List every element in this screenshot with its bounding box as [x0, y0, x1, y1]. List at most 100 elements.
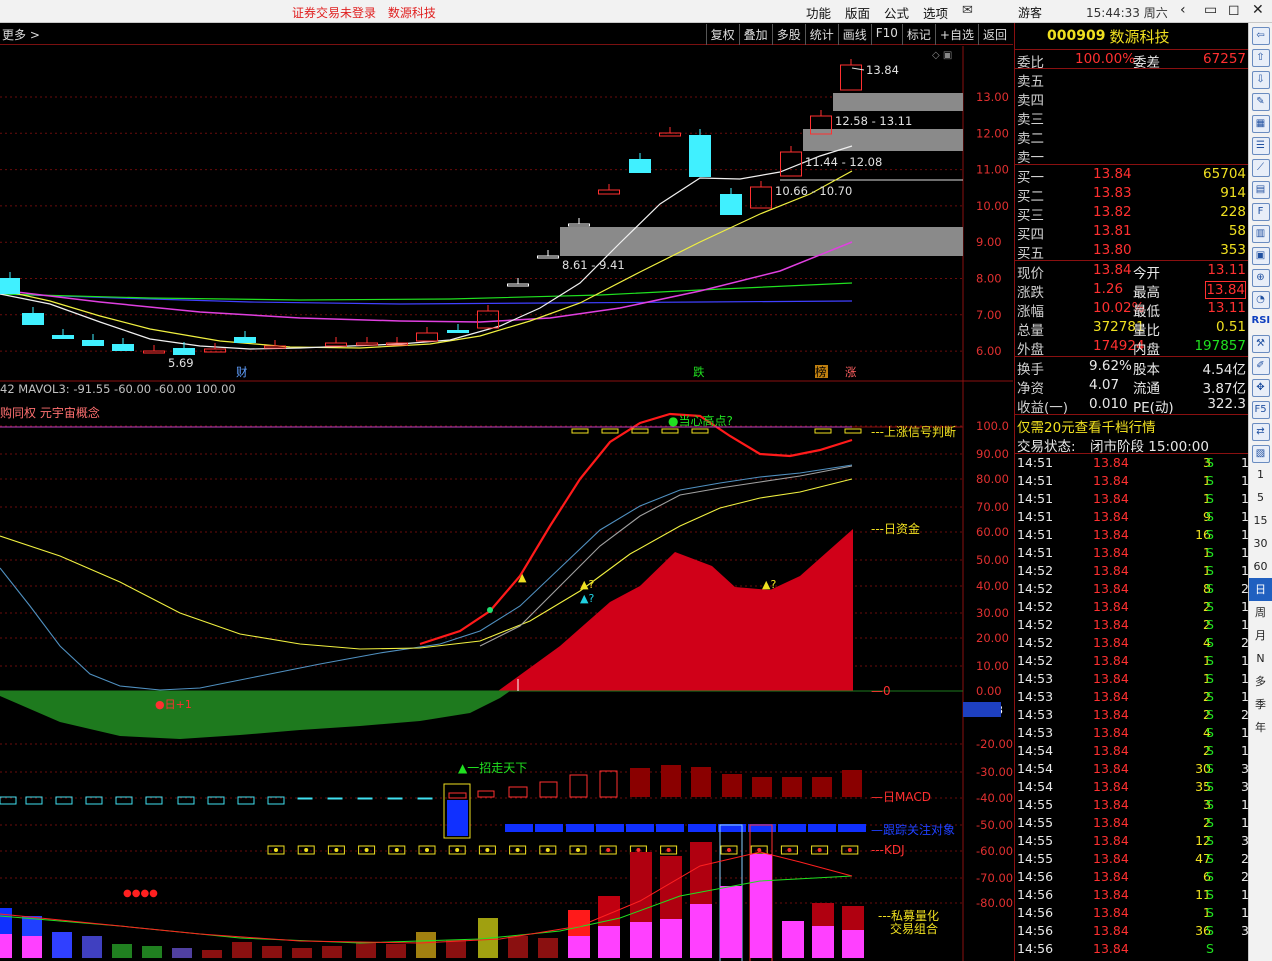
rsi-icon[interactable]: RSI — [1252, 313, 1271, 331]
period-月[interactable]: 月 — [1249, 624, 1272, 647]
buy-price: 13.81 — [1093, 223, 1132, 239]
chart-canvas[interactable]: 13.00 12.00 11.00 10.00 9.00 8.00 7.00 6.00 13.… — [0, 46, 1013, 961]
toolbar-button-overlay[interactable]: 叠加 — [738, 24, 772, 45]
stat-row: 涨跌 1.26 最高 13.84 — [1015, 280, 1248, 301]
sell-row[interactable]: 卖一 — [1015, 145, 1248, 166]
macd-bar — [661, 765, 681, 797]
period-15[interactable]: 15 — [1249, 509, 1272, 532]
stat-value-2: 13.11 — [1207, 300, 1246, 316]
toolbar-button-f10[interactable]: F10 — [870, 24, 902, 45]
period-30[interactable]: 30 — [1249, 532, 1272, 555]
kline-chart[interactable]: 13.00 12.00 11.00 10.00 9.00 8.00 7.00 6.00 13.… — [0, 46, 1013, 961]
stat-value: 13.84 — [1093, 262, 1132, 278]
sell-row[interactable]: 卖二 — [1015, 126, 1248, 147]
back-icon[interactable]: ⇦ — [1251, 27, 1270, 45]
zoom-icon[interactable]: ⊕ — [1251, 269, 1270, 287]
toolbar-button-multi[interactable]: 多股 — [771, 24, 805, 45]
back-icon[interactable]: ‹ — [1180, 2, 1186, 18]
promo-row[interactable]: 仅需20元查看千档行情 — [1015, 415, 1248, 436]
chart-icon[interactable]: ⟋ — [1251, 159, 1270, 177]
event-mark-rise[interactable]: 涨 — [845, 365, 857, 379]
buy-row[interactable]: 买四 13.81 58 — [1015, 222, 1248, 243]
stat-value: 9.62% — [1089, 358, 1132, 374]
user-label[interactable]: 游客 — [1018, 4, 1042, 21]
menu-function[interactable]: 功能 — [806, 3, 831, 22]
event-mark-finance[interactable]: 财 — [236, 365, 248, 379]
close-icon[interactable]: ✕ — [1252, 2, 1264, 18]
edit-icon[interactable]: ✎ — [1251, 93, 1270, 111]
period-N[interactable]: N — [1249, 647, 1272, 670]
tick-time: 14:52 — [1017, 581, 1054, 596]
multi-icon[interactable]: ▧ — [1251, 445, 1270, 463]
status-row: 交易状态: 闭市阶段 15:00:00 — [1015, 434, 1248, 455]
period-季[interactable]: 季 — [1249, 693, 1272, 716]
menu-options[interactable]: 选项 — [923, 3, 948, 22]
more-button[interactable]: 更多 > — [2, 26, 40, 43]
promo-text[interactable]: 仅需20元查看千档行情 — [1017, 416, 1156, 436]
tick-row: 14:52 13.84 1 S 1 — [1015, 652, 1249, 670]
grid-icon[interactable]: ▦ — [1251, 115, 1270, 133]
period-5[interactable]: 5 — [1249, 486, 1272, 509]
pen-icon[interactable]: ✐ — [1251, 357, 1270, 375]
sell-row[interactable]: 卖三 — [1015, 107, 1248, 128]
tick-row: 14:56 13.84 S — [1015, 940, 1249, 958]
envelope-icon[interactable]: ✉ — [962, 3, 973, 18]
quant-bar — [52, 932, 72, 958]
period-周[interactable]: 周 — [1249, 601, 1272, 624]
menu-layout[interactable]: 版面 — [845, 3, 870, 22]
list-icon[interactable]: ☰ — [1251, 137, 1270, 155]
f10-icon[interactable]: F — [1251, 203, 1270, 221]
restore-icon[interactable]: ▭ — [1204, 2, 1217, 18]
candle — [477, 310, 499, 329]
period-多[interactable]: 多 — [1249, 670, 1272, 693]
toolbar-button-fuquan[interactable]: 复权 — [705, 24, 739, 45]
gap-zone-1 — [833, 93, 963, 111]
period-60[interactable]: 60 — [1249, 555, 1272, 578]
signal-dot — [487, 607, 493, 613]
tick-list[interactable]: 14:51 13.84 3 S 1 14:51 13.84 1 S 1 14:51 13.84 1 S 1 1… — [1015, 454, 1249, 958]
buy-row[interactable]: 买五 13.80 353 — [1015, 241, 1248, 262]
period-1[interactable]: 1 — [1249, 463, 1272, 486]
swap-icon[interactable]: ⇄ — [1251, 423, 1270, 441]
buy-row[interactable]: 买二 13.83 914 — [1015, 184, 1248, 205]
move-icon[interactable]: ✥ — [1251, 379, 1270, 397]
tick-price: 13.84 — [1093, 905, 1129, 920]
stock-header[interactable]: 000909 数源科技 — [1015, 23, 1248, 49]
doc-icon[interactable]: ▥ — [1251, 225, 1270, 243]
kdj-dot — [636, 848, 641, 852]
tick-row: 14:54 13.84 30 S 3 — [1015, 760, 1249, 778]
table-icon[interactable]: ▤ — [1251, 181, 1270, 199]
tick-side: S — [1206, 581, 1214, 596]
toolbar-button-mark[interactable]: 标记 — [901, 24, 935, 45]
maximize-icon[interactable]: ◻ — [1228, 2, 1240, 18]
up-icon[interactable]: ⇧ — [1251, 49, 1270, 67]
trade-login-text[interactable]: 证券交易未登录 — [292, 6, 376, 20]
toolbar-button-return[interactable]: 返回 — [977, 24, 1011, 45]
event-mark-rank[interactable]: 榜 — [815, 365, 827, 379]
toolbar-button-stats[interactable]: 统计 — [804, 24, 838, 45]
signal-arrow: ▲ — [518, 571, 527, 584]
menu-formula[interactable]: 公式 — [884, 3, 909, 22]
period-年[interactable]: 年 — [1249, 716, 1272, 739]
buy-row[interactable]: 买一 13.84 65704 — [1015, 165, 1248, 186]
login-notice[interactable]: 证券交易未登录 数源科技 — [292, 4, 444, 21]
buy-row[interactable]: 买三 13.82 228 — [1015, 203, 1248, 224]
tick-side: S — [1206, 473, 1214, 488]
tool-icon[interactable]: ⚒ — [1251, 335, 1270, 353]
toolbar-button-draw[interactable]: 画线 — [837, 24, 871, 45]
event-mark-drop[interactable]: 跌 — [693, 365, 705, 379]
sell-row[interactable]: 卖五 — [1015, 69, 1248, 90]
f5-icon[interactable]: F5 — [1251, 401, 1270, 419]
toolbar-button-watchlist[interactable]: +自选 — [934, 24, 978, 45]
sell-row[interactable]: 卖四 — [1015, 88, 1248, 109]
down-icon[interactable]: ⇩ — [1251, 71, 1270, 89]
tick-price: 13.84 — [1093, 833, 1129, 848]
pie-icon[interactable]: ◔ — [1251, 291, 1270, 309]
chart-settings-icon[interactable]: ◇ ▣ — [932, 50, 952, 61]
indicator-axis-label: 40.00 — [976, 579, 1009, 593]
period-日[interactable]: 日 — [1249, 578, 1272, 601]
tick-row: 14:51 13.84 16 S 1 — [1015, 526, 1249, 544]
tick-time: 14:53 — [1017, 707, 1054, 722]
fund-icon[interactable]: ▣ — [1251, 247, 1270, 265]
track-bar — [838, 824, 866, 832]
